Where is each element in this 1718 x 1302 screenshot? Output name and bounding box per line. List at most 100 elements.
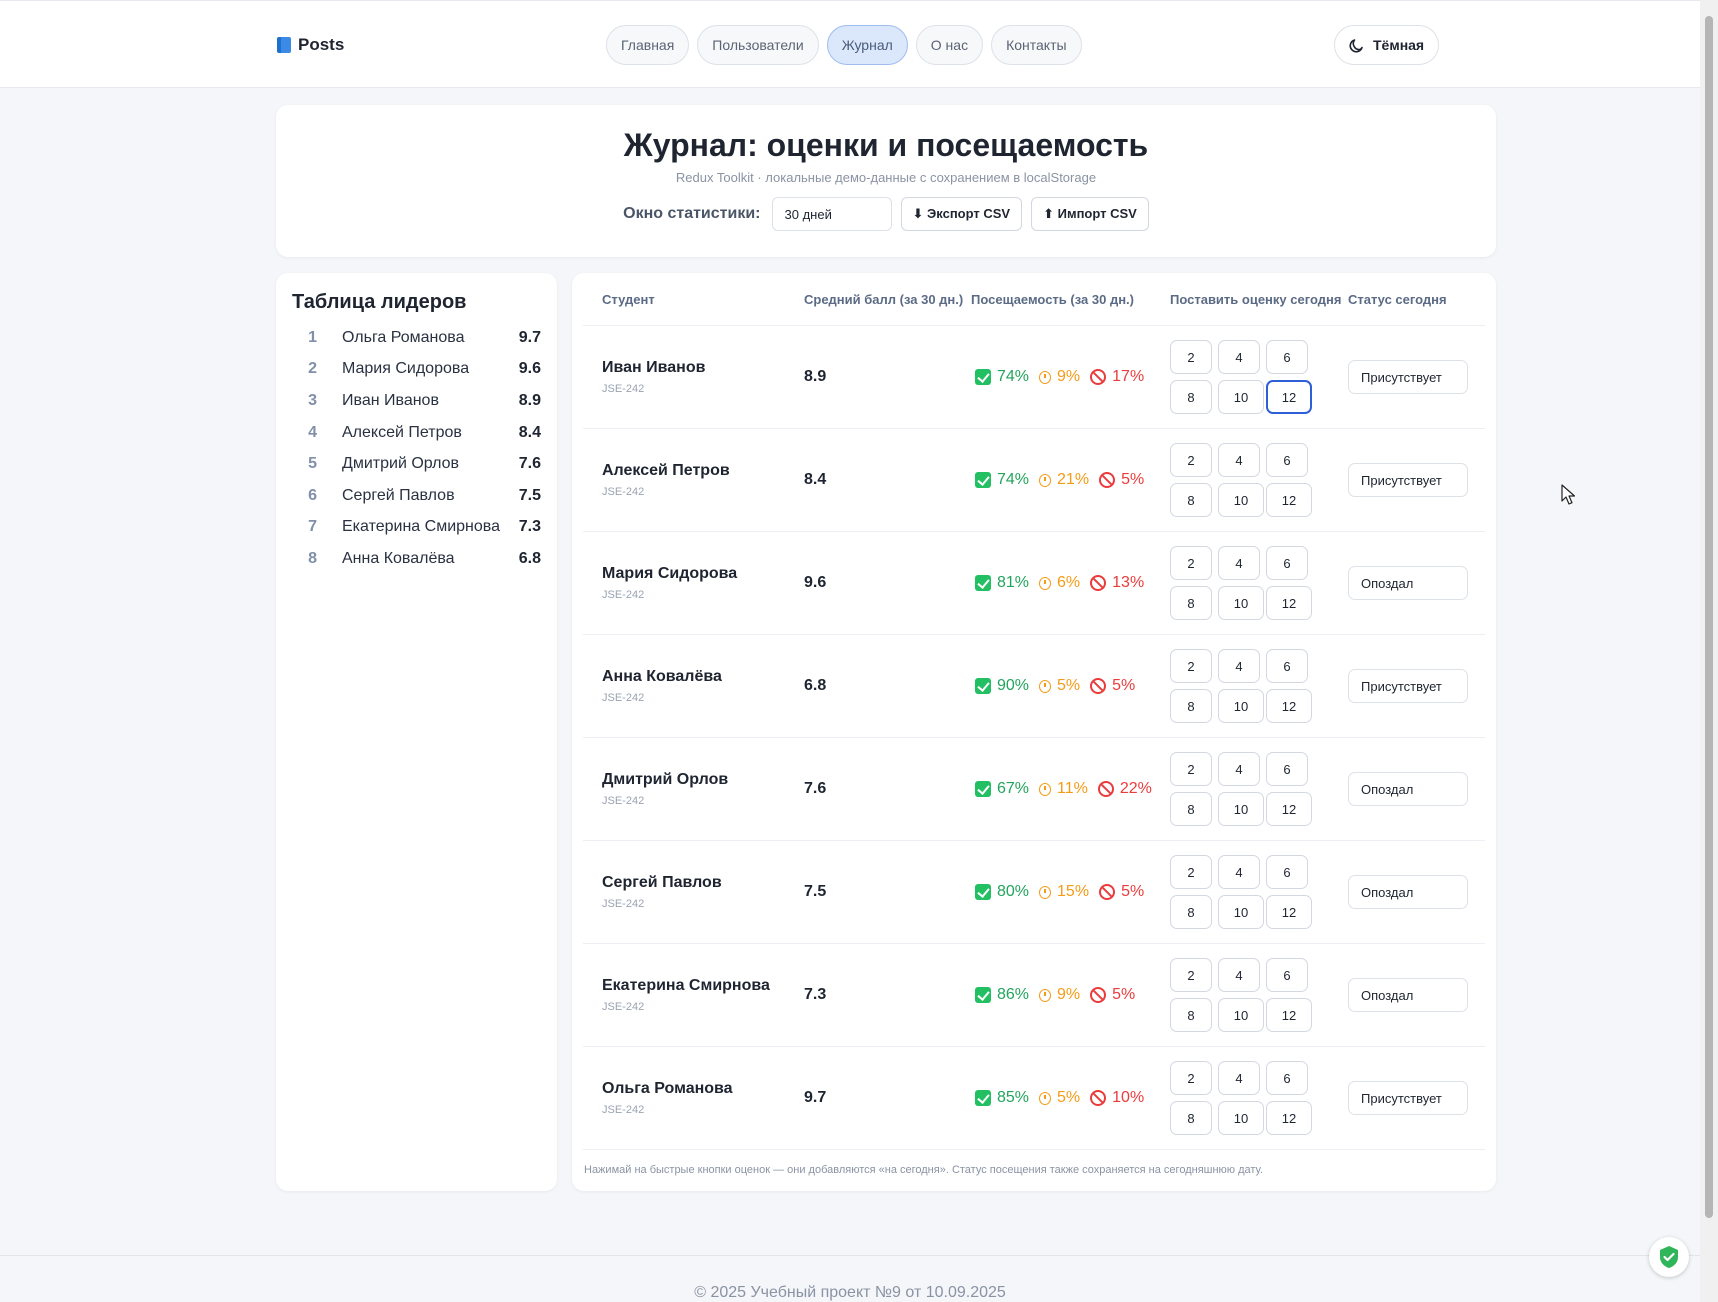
leaderboard-name: Мария Сидорова — [342, 360, 470, 378]
grade-button-4[interactable]: 4 — [1218, 546, 1260, 580]
grade-button-4[interactable]: 4 — [1218, 855, 1260, 889]
scrollbar[interactable] — [1700, 0, 1718, 1302]
grade-button-10[interactable]: 10 — [1218, 689, 1264, 723]
grade-button-2[interactable]: 2 — [1170, 958, 1212, 992]
leaderboard-rank: 3 — [308, 391, 317, 409]
grade-buttons: 2 4 6 8 10 12 — [1170, 1061, 1348, 1135]
journal-table-card: Студент Средний балл (за 30 дн.) Посещае… — [572, 273, 1496, 1191]
shield-extension-button[interactable] — [1649, 1237, 1689, 1277]
grade-button-8[interactable]: 8 — [1170, 895, 1212, 929]
tab-contacts[interactable]: Контакты — [991, 25, 1082, 65]
table-row: Дмитрий Орлов JSE-242 7.6 67% 11% 22% 24… — [583, 738, 1485, 841]
leaderboard-name: Анна Ковалёва — [342, 549, 455, 567]
grade-button-6[interactable]: 6 — [1266, 1061, 1308, 1095]
absent-percent: 5% — [1112, 986, 1136, 1003]
brand-logo[interactable]: Posts — [277, 35, 344, 55]
grade-button-10[interactable]: 10 — [1218, 792, 1264, 826]
leaderboard-rank: 6 — [308, 486, 317, 504]
grade-button-10[interactable]: 10 — [1218, 483, 1264, 517]
grade-button-12[interactable]: 12 — [1266, 586, 1312, 620]
grade-button-10[interactable]: 10 — [1218, 380, 1264, 414]
grade-button-2[interactable]: 2 — [1170, 1061, 1212, 1095]
status-select[interactable]: Присутствует — [1348, 1081, 1468, 1115]
stopwatch-icon — [1039, 370, 1052, 384]
grade-button-8[interactable]: 8 — [1170, 586, 1212, 620]
import-csv-button[interactable]: ⬆ Импорт CSV — [1031, 197, 1149, 231]
grade-button-4[interactable]: 4 — [1218, 752, 1260, 786]
grade-button-6[interactable]: 6 — [1266, 546, 1308, 580]
grade-button-6[interactable]: 6 — [1266, 752, 1308, 786]
grade-button-4[interactable]: 4 — [1218, 649, 1260, 683]
grade-button-2[interactable]: 2 — [1170, 855, 1212, 889]
grade-button-4[interactable]: 4 — [1218, 443, 1260, 477]
grade-button-2[interactable]: 2 — [1170, 443, 1212, 477]
grade-button-6[interactable]: 6 — [1266, 958, 1308, 992]
student-cell: Анна Ковалёва JSE-242 — [583, 668, 804, 704]
grade-buttons: 2 4 6 8 10 12 — [1170, 958, 1348, 1032]
ban-icon — [1090, 1090, 1107, 1106]
student-group: JSE-242 — [602, 898, 645, 910]
tab-home[interactable]: Главная — [606, 25, 690, 65]
status-select[interactable]: Присутствует — [1348, 360, 1468, 394]
grade-button-8[interactable]: 8 — [1170, 792, 1212, 826]
grade-button-10[interactable]: 10 — [1218, 895, 1264, 929]
grade-button-8[interactable]: 8 — [1170, 1101, 1212, 1135]
scrollbar-thumb[interactable] — [1705, 16, 1713, 1218]
stopwatch-icon — [1039, 885, 1052, 899]
leaderboard-score: 8.9 — [518, 391, 541, 409]
grade-button-2[interactable]: 2 — [1170, 546, 1212, 580]
grade-button-10[interactable]: 10 — [1218, 998, 1264, 1032]
grade-button-12[interactable]: 12 — [1266, 895, 1312, 929]
stopwatch-icon — [1039, 988, 1052, 1002]
grade-button-12[interactable]: 12 — [1266, 380, 1312, 414]
status-select[interactable]: Опоздал — [1348, 875, 1468, 909]
grade-button-12[interactable]: 12 — [1266, 689, 1312, 723]
theme-toggle-button[interactable]: Тёмная — [1334, 25, 1440, 65]
grade-button-8[interactable]: 8 — [1170, 483, 1212, 517]
grade-button-2[interactable]: 2 — [1170, 649, 1212, 683]
grade-button-12[interactable]: 12 — [1266, 1101, 1312, 1135]
status-select[interactable]: Опоздал — [1348, 978, 1468, 1012]
grade-button-6[interactable]: 6 — [1266, 340, 1308, 374]
export-csv-button[interactable]: ⬇ Экспорт CSV — [900, 197, 1023, 231]
average-score: 9.6 — [804, 574, 827, 591]
stats-window-select[interactable]: 30 дней — [771, 197, 892, 231]
grade-button-8[interactable]: 8 — [1170, 689, 1212, 723]
grade-button-8[interactable]: 8 — [1170, 380, 1212, 414]
grade-button-6[interactable]: 6 — [1266, 443, 1308, 477]
check-square-icon — [975, 678, 991, 694]
grade-buttons: 2 4 6 8 10 12 — [1170, 546, 1348, 620]
status-select[interactable]: Присутствует — [1348, 669, 1468, 703]
status-cell: Опоздал — [1348, 978, 1485, 1012]
status-select[interactable]: Опоздал — [1348, 772, 1468, 806]
grade-button-2[interactable]: 2 — [1170, 752, 1212, 786]
ban-icon — [1090, 987, 1107, 1003]
tab-journal[interactable]: Журнал — [826, 25, 908, 65]
tab-users[interactable]: Пользователи — [697, 25, 819, 65]
status-select[interactable]: Присутствует — [1348, 463, 1468, 497]
absent-percent: 13% — [1112, 574, 1145, 591]
status-select[interactable]: Опоздал — [1348, 566, 1468, 600]
journal-header-card: Журнал: оценки и посещаемость Redux Tool… — [276, 105, 1496, 257]
grade-button-4[interactable]: 4 — [1218, 340, 1260, 374]
leaderboard-name: Ольга Романова — [342, 328, 465, 346]
absent-percent: 10% — [1112, 1089, 1145, 1106]
grade-button-12[interactable]: 12 — [1266, 483, 1312, 517]
grade-button-6[interactable]: 6 — [1266, 649, 1308, 683]
grade-button-12[interactable]: 12 — [1266, 998, 1312, 1032]
grade-button-4[interactable]: 4 — [1218, 958, 1260, 992]
grade-button-10[interactable]: 10 — [1218, 1101, 1264, 1135]
grade-button-8[interactable]: 8 — [1170, 998, 1212, 1032]
student-group: JSE-242 — [602, 692, 645, 704]
grade-button-12[interactable]: 12 — [1266, 792, 1312, 826]
tab-about[interactable]: О нас — [915, 25, 984, 65]
stats-controls: Окно статистики: 30 дней ⬇ Экспорт CSV ⬆… — [276, 197, 1496, 231]
grade-button-2[interactable]: 2 — [1170, 340, 1212, 374]
grade-button-6[interactable]: 6 — [1266, 855, 1308, 889]
grade-button-4[interactable]: 4 — [1218, 1061, 1260, 1095]
leaderboard-name: Екатерина Смирнова — [342, 518, 500, 536]
student-group: JSE-242 — [602, 1001, 645, 1013]
footer-text: © 2025 Учебный проект №9 от 10.09.2025 — [694, 1284, 1006, 1301]
leaderboard-item: 3 Иван Иванов 8.9 — [292, 385, 541, 417]
grade-button-10[interactable]: 10 — [1218, 586, 1264, 620]
